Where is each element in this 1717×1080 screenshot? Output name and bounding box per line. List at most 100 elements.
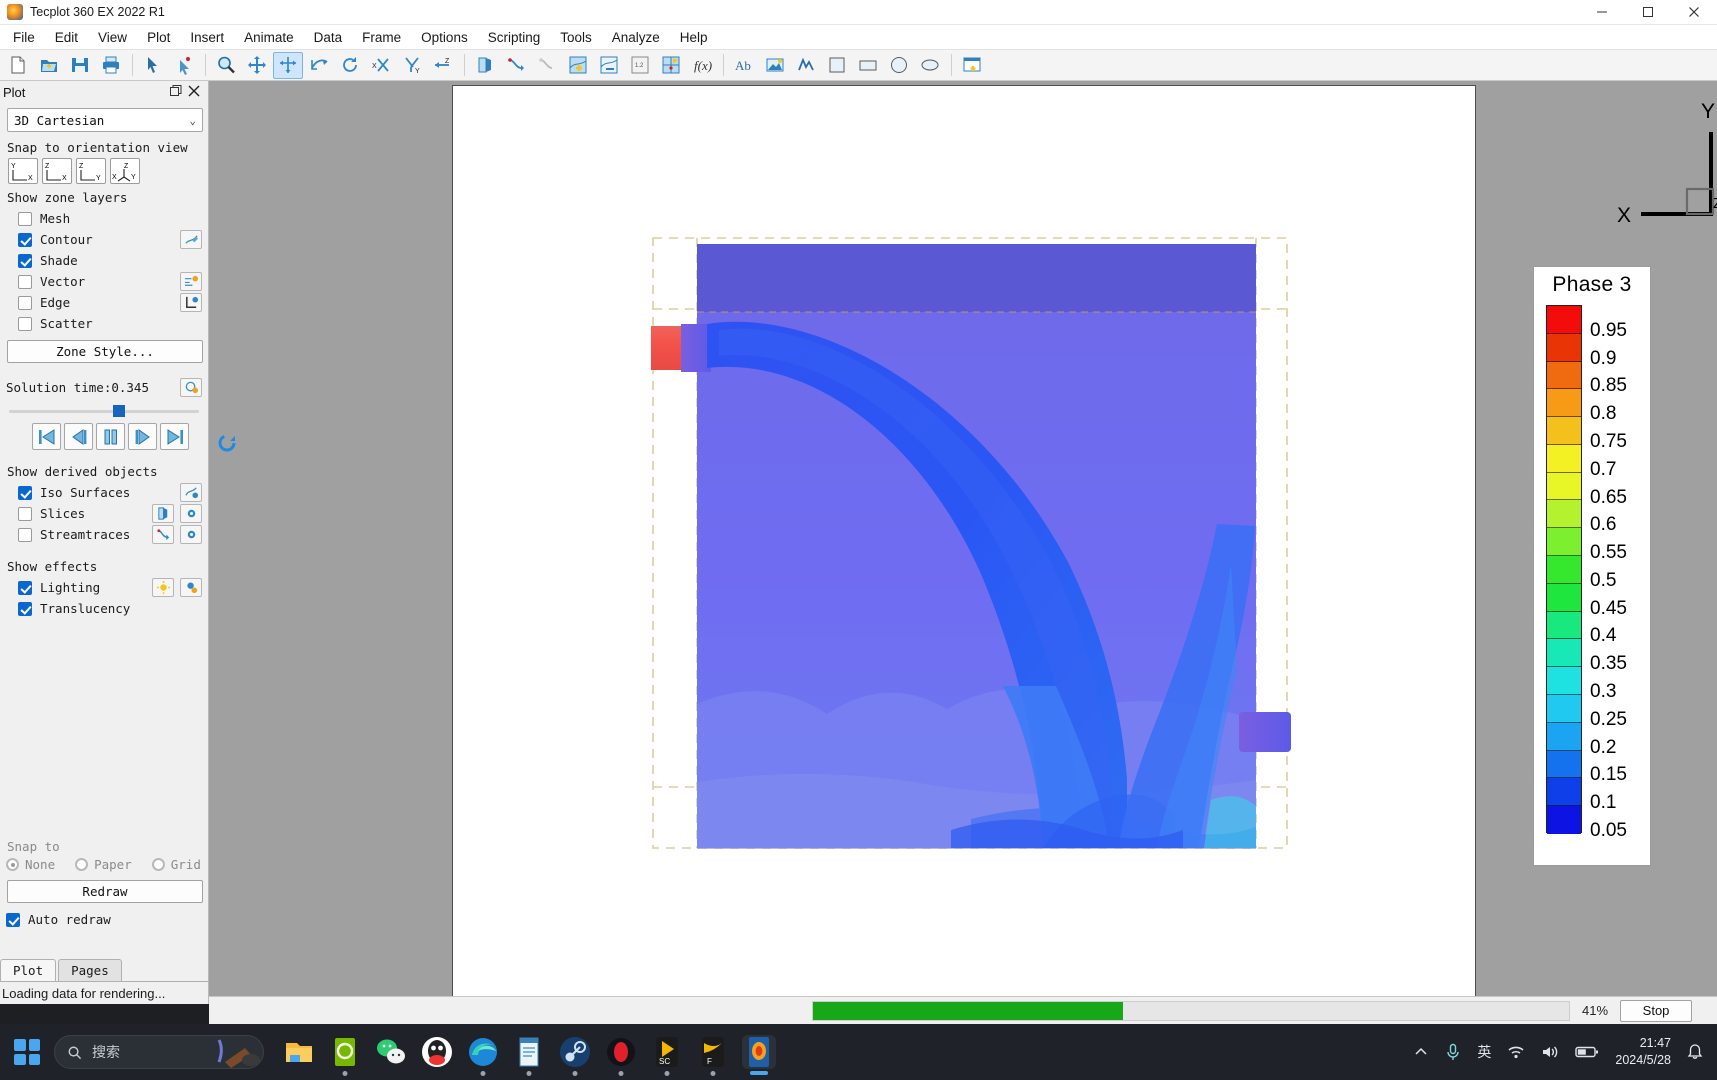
streamtrace-tool-icon[interactable] [152, 525, 174, 544]
recorder-icon[interactable] [604, 1035, 638, 1076]
close-button[interactable] [1671, 0, 1717, 25]
rotate-y-icon[interactable]: Y [397, 52, 427, 79]
zone-layer-shade[interactable]: Shade [18, 250, 202, 271]
menu-edit[interactable]: Edit [45, 27, 88, 48]
adjust-tool-icon[interactable] [169, 52, 199, 79]
text-tool-icon[interactable]: Ab [729, 52, 759, 79]
vector-settings-icon[interactable] [180, 272, 202, 291]
orientation-zx-button[interactable]: ZX [42, 158, 72, 184]
rectangle-tool-icon[interactable] [853, 52, 883, 79]
menu-tools[interactable]: Tools [550, 27, 602, 48]
streamtrace-settings-icon[interactable] [180, 525, 202, 544]
polyline-tool-icon[interactable] [791, 52, 821, 79]
rotate-x-icon[interactable]: X [366, 52, 396, 79]
orientation-xyz-button[interactable]: XZY [110, 158, 140, 184]
derived-iso-surfaces[interactable]: Iso Surfaces [18, 482, 202, 503]
translucency-checkbox[interactable] [18, 601, 32, 616]
shade-checkbox[interactable] [18, 253, 32, 268]
start-button-icon[interactable] [14, 1039, 40, 1065]
solution-time-slider[interactable] [9, 403, 199, 419]
derived-slices[interactable]: Slices [18, 503, 202, 524]
save-layout-icon[interactable] [65, 52, 95, 79]
notepad-icon[interactable] [512, 1035, 546, 1076]
menu-file[interactable]: File [3, 27, 45, 48]
slider-thumb[interactable] [113, 405, 125, 417]
orientation-zy-button[interactable]: ZY [76, 158, 106, 184]
orientation-yx-button[interactable]: YX [8, 158, 38, 184]
maximize-button[interactable] [1625, 0, 1671, 25]
menu-help[interactable]: Help [670, 27, 718, 48]
menu-plot[interactable]: Plot [137, 27, 180, 48]
menu-data[interactable]: Data [304, 27, 353, 48]
snap-paper-radio[interactable] [75, 858, 89, 871]
wifi-icon[interactable] [1507, 1044, 1525, 1060]
effect-translucency[interactable]: Translucency [18, 598, 202, 619]
edge-settings-icon[interactable] [180, 293, 202, 312]
snap-option-grid[interactable]: Grid [151, 857, 201, 872]
sc-app-icon[interactable]: SC [650, 1035, 684, 1076]
contour-settings-icon[interactable] [180, 230, 202, 249]
go-to-start-button[interactable] [32, 423, 61, 450]
derived-streamtraces[interactable]: Streamtraces [18, 524, 202, 545]
zone-style-button[interactable]: Zone Style... [7, 340, 203, 363]
slice-settings-icon[interactable] [180, 504, 202, 523]
show-hidden-icons-chevron[interactable] [1413, 1044, 1429, 1060]
square-tool-icon[interactable] [822, 52, 852, 79]
effect-lighting[interactable]: Lighting [18, 577, 202, 598]
extract-points-icon[interactable] [656, 52, 686, 79]
ellipse-tool-icon[interactable] [915, 52, 945, 79]
file-explorer-icon[interactable] [282, 1035, 316, 1069]
contour-legend[interactable]: Phase 3 0.95 0.9 0.85 0.8 0.75 0.7 0.65 0.6 0.55… [1533, 266, 1651, 866]
tab-pages[interactable]: Pages [58, 959, 122, 981]
menu-analyze[interactable]: Analyze [602, 27, 670, 48]
auto-redraw-checkbox[interactable] [6, 912, 20, 927]
lighting-checkbox[interactable] [18, 580, 32, 595]
steam-icon[interactable] [558, 1035, 592, 1076]
snap-option-paper[interactable]: Paper [75, 857, 132, 872]
print-icon[interactable] [96, 52, 126, 79]
contour-label-icon[interactable] [594, 52, 624, 79]
new-layout-icon[interactable] [3, 52, 33, 79]
auto-redraw-row[interactable]: Auto redraw [6, 909, 202, 930]
zone-layer-contour[interactable]: Contour [18, 229, 202, 250]
streamtrace-terminator-icon[interactable] [532, 52, 562, 79]
edge-checkbox[interactable] [18, 295, 32, 310]
menu-options[interactable]: Options [411, 27, 478, 48]
tecplot-icon[interactable] [742, 1035, 776, 1075]
snap-grid-radio[interactable] [151, 858, 165, 871]
scatter-checkbox[interactable] [18, 316, 32, 331]
image-tool-icon[interactable] [760, 52, 790, 79]
streamtraces-checkbox[interactable] [18, 527, 32, 542]
zoom-tool-icon[interactable] [211, 52, 241, 79]
lighting-settings-icon[interactable] [180, 578, 202, 597]
contour-add-icon[interactable] [563, 52, 593, 79]
step-forward-button[interactable] [128, 423, 157, 450]
battery-icon[interactable] [1575, 1045, 1599, 1059]
streamtrace-tool-icon[interactable] [501, 52, 531, 79]
zone-layer-mesh[interactable]: Mesh [18, 208, 202, 229]
circle-tool-icon[interactable] [884, 52, 914, 79]
tab-plot[interactable]: Plot [0, 959, 57, 981]
slice-tool-icon[interactable] [152, 504, 174, 523]
select-tool-icon[interactable] [138, 52, 168, 79]
wechat-icon[interactable] [374, 1035, 408, 1069]
microphone-icon[interactable] [1445, 1043, 1461, 1061]
panel-float-button[interactable] [170, 85, 182, 99]
open-layout-icon[interactable] [34, 52, 64, 79]
slice-tool-icon[interactable] [470, 52, 500, 79]
stop-button[interactable]: Stop [1620, 999, 1693, 1022]
rotate-spherical-icon[interactable] [273, 51, 303, 79]
menu-scripting[interactable]: Scripting [478, 27, 551, 48]
menu-animate[interactable]: Animate [234, 27, 304, 48]
qq-icon[interactable] [420, 1035, 454, 1069]
snap-option-none[interactable]: None [6, 857, 55, 872]
iso-surfaces-checkbox[interactable] [18, 485, 32, 500]
ime-language-indicator[interactable]: 英 [1477, 1042, 1491, 1062]
menu-insert[interactable]: Insert [180, 27, 234, 48]
vector-checkbox[interactable] [18, 274, 32, 289]
volume-icon[interactable] [1541, 1044, 1559, 1060]
menu-frame[interactable]: Frame [352, 27, 411, 48]
zone-layer-edge[interactable]: Edge [18, 292, 202, 313]
zone-layer-vector[interactable]: Vector [18, 271, 202, 292]
panel-close-button[interactable] [188, 85, 200, 99]
